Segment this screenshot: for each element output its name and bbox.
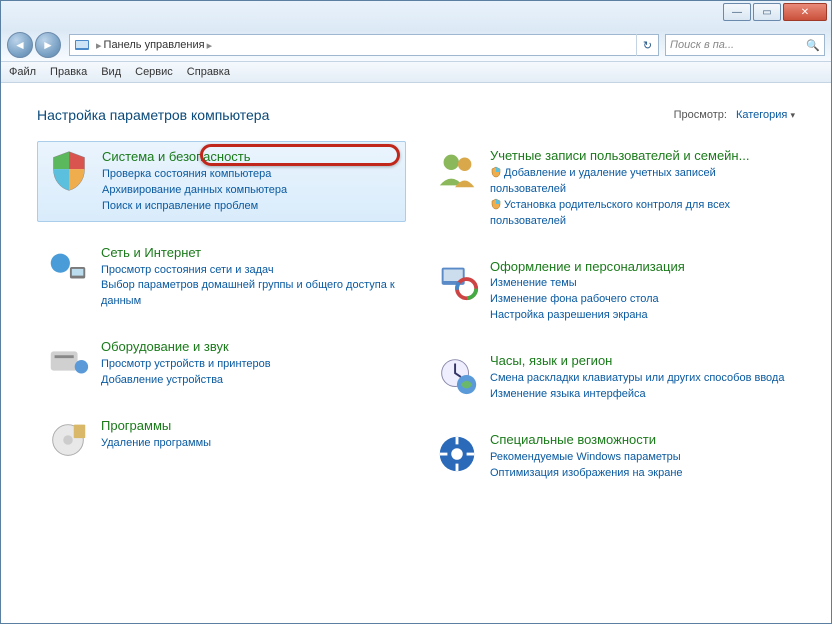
refresh-button[interactable]: ↻ (636, 34, 658, 56)
category-link[interactable]: Добавление устройства (101, 373, 271, 389)
forward-button[interactable]: ► (35, 32, 61, 58)
maximize-button[interactable]: ▭ (753, 3, 781, 21)
category-link[interactable]: Просмотр состояния сети и задач (101, 263, 398, 279)
category-link[interactable]: Изменение фона рабочего стола (490, 292, 685, 308)
category-link[interactable]: Смена раскладки клавиатуры или других сп… (490, 371, 784, 387)
shield-icon (46, 148, 92, 194)
category-grid: Система и безопасностьПроверка состояния… (37, 141, 795, 504)
category-title[interactable]: Часы, язык и регион (490, 352, 784, 371)
menu-help[interactable]: Справка (187, 66, 230, 78)
menu-edit[interactable]: Правка (50, 66, 87, 78)
category-link[interactable]: Поиск и исправление проблем (102, 199, 287, 215)
category-link[interactable]: Изменение языка интерфейса (490, 387, 784, 403)
category-item: Оформление и персонализацияИзменение тем… (426, 252, 795, 331)
category-link[interactable]: Оптимизация изображения на экране (490, 466, 683, 482)
search-icon: 🔍 (806, 39, 820, 52)
page-title: Настройка параметров компьютера (37, 107, 269, 123)
clock-icon (434, 352, 480, 398)
address-bar[interactable]: ▸ Панель управления ▸ ↻ (69, 34, 659, 56)
category-link[interactable]: Изменение темы (490, 276, 685, 292)
titlebar: — ▭ ✕ (1, 1, 831, 29)
category-title[interactable]: Программы (101, 417, 211, 436)
window: — ▭ ✕ ◄ ► ▸ Панель управления ▸ ↻ Поиск … (0, 0, 832, 624)
menu-file[interactable]: Файл (9, 66, 36, 78)
menu-bar: Файл Правка Вид Сервис Справка (1, 61, 831, 83)
category-link[interactable]: Выбор параметров домашней группы и общег… (101, 278, 398, 310)
category-link[interactable]: Настройка разрешения экрана (490, 308, 685, 324)
category-link[interactable]: Удаление программы (101, 436, 211, 452)
category-title[interactable]: Сеть и Интернет (101, 244, 398, 263)
net-icon (45, 244, 91, 290)
menu-view[interactable]: Вид (101, 66, 121, 78)
breadcrumb-title[interactable]: Панель управления (104, 39, 205, 51)
left-column: Система и безопасностьПроверка состояния… (37, 141, 406, 504)
category-link[interactable]: Архивирование данных компьютера (102, 183, 287, 199)
view-label: Просмотр: (674, 109, 727, 121)
view-selector: Просмотр: Категория ▾ (674, 109, 795, 121)
category-link[interactable]: Установка родительского контроля для все… (490, 198, 787, 230)
content-header: Настройка параметров компьютера Просмотр… (37, 107, 795, 123)
chevron-down-icon: ▾ (790, 110, 795, 120)
category-item: Система и безопасностьПроверка состояния… (37, 141, 406, 222)
view-value[interactable]: Категория (736, 109, 787, 121)
close-button[interactable]: ✕ (783, 3, 827, 21)
search-placeholder: Поиск в па... (670, 39, 734, 51)
control-panel-icon (74, 37, 90, 53)
category-item: Учетные записи пользователей и семейн...… (426, 141, 795, 236)
category-title[interactable]: Специальные возможности (490, 431, 683, 450)
category-title[interactable]: Учетные записи пользователей и семейн... (490, 147, 787, 166)
category-title[interactable]: Оформление и персонализация (490, 258, 685, 277)
category-item: ПрограммыУдаление программы (37, 411, 406, 469)
category-item: Оборудование и звукПросмотр устройств и … (37, 332, 406, 395)
content-area: Настройка параметров компьютера Просмотр… (1, 83, 831, 615)
shield-icon (490, 166, 502, 178)
prog-icon (45, 417, 91, 463)
category-link[interactable]: Проверка состояния компьютера (102, 167, 287, 183)
hw-icon (45, 338, 91, 384)
shield-icon (490, 198, 502, 210)
right-column: Учетные записи пользователей и семейн...… (426, 141, 795, 504)
appearance-icon (434, 258, 480, 304)
breadcrumb-sep: ▸ (207, 39, 213, 52)
category-link[interactable]: Просмотр устройств и принтеров (101, 357, 271, 373)
users-icon (434, 147, 480, 193)
category-link[interactable]: Добавление и удаление учетных записей по… (490, 166, 787, 198)
category-title[interactable]: Оборудование и звук (101, 338, 271, 357)
category-item: Специальные возможностиРекомендуемые Win… (426, 425, 795, 488)
breadcrumb-sep: ▸ (96, 39, 102, 52)
back-button[interactable]: ◄ (7, 32, 33, 58)
minimize-button[interactable]: — (723, 3, 751, 21)
search-input[interactable]: Поиск в па... 🔍 (665, 34, 825, 56)
category-item: Часы, язык и регионСмена раскладки клави… (426, 346, 795, 409)
nav-bar: ◄ ► ▸ Панель управления ▸ ↻ Поиск в па..… (1, 29, 831, 61)
access-icon (434, 431, 480, 477)
category-link[interactable]: Рекомендуемые Windows параметры (490, 450, 683, 466)
category-item: Сеть и ИнтернетПросмотр состояния сети и… (37, 238, 406, 317)
category-title[interactable]: Система и безопасность (102, 148, 287, 167)
menu-tools[interactable]: Сервис (135, 66, 173, 78)
